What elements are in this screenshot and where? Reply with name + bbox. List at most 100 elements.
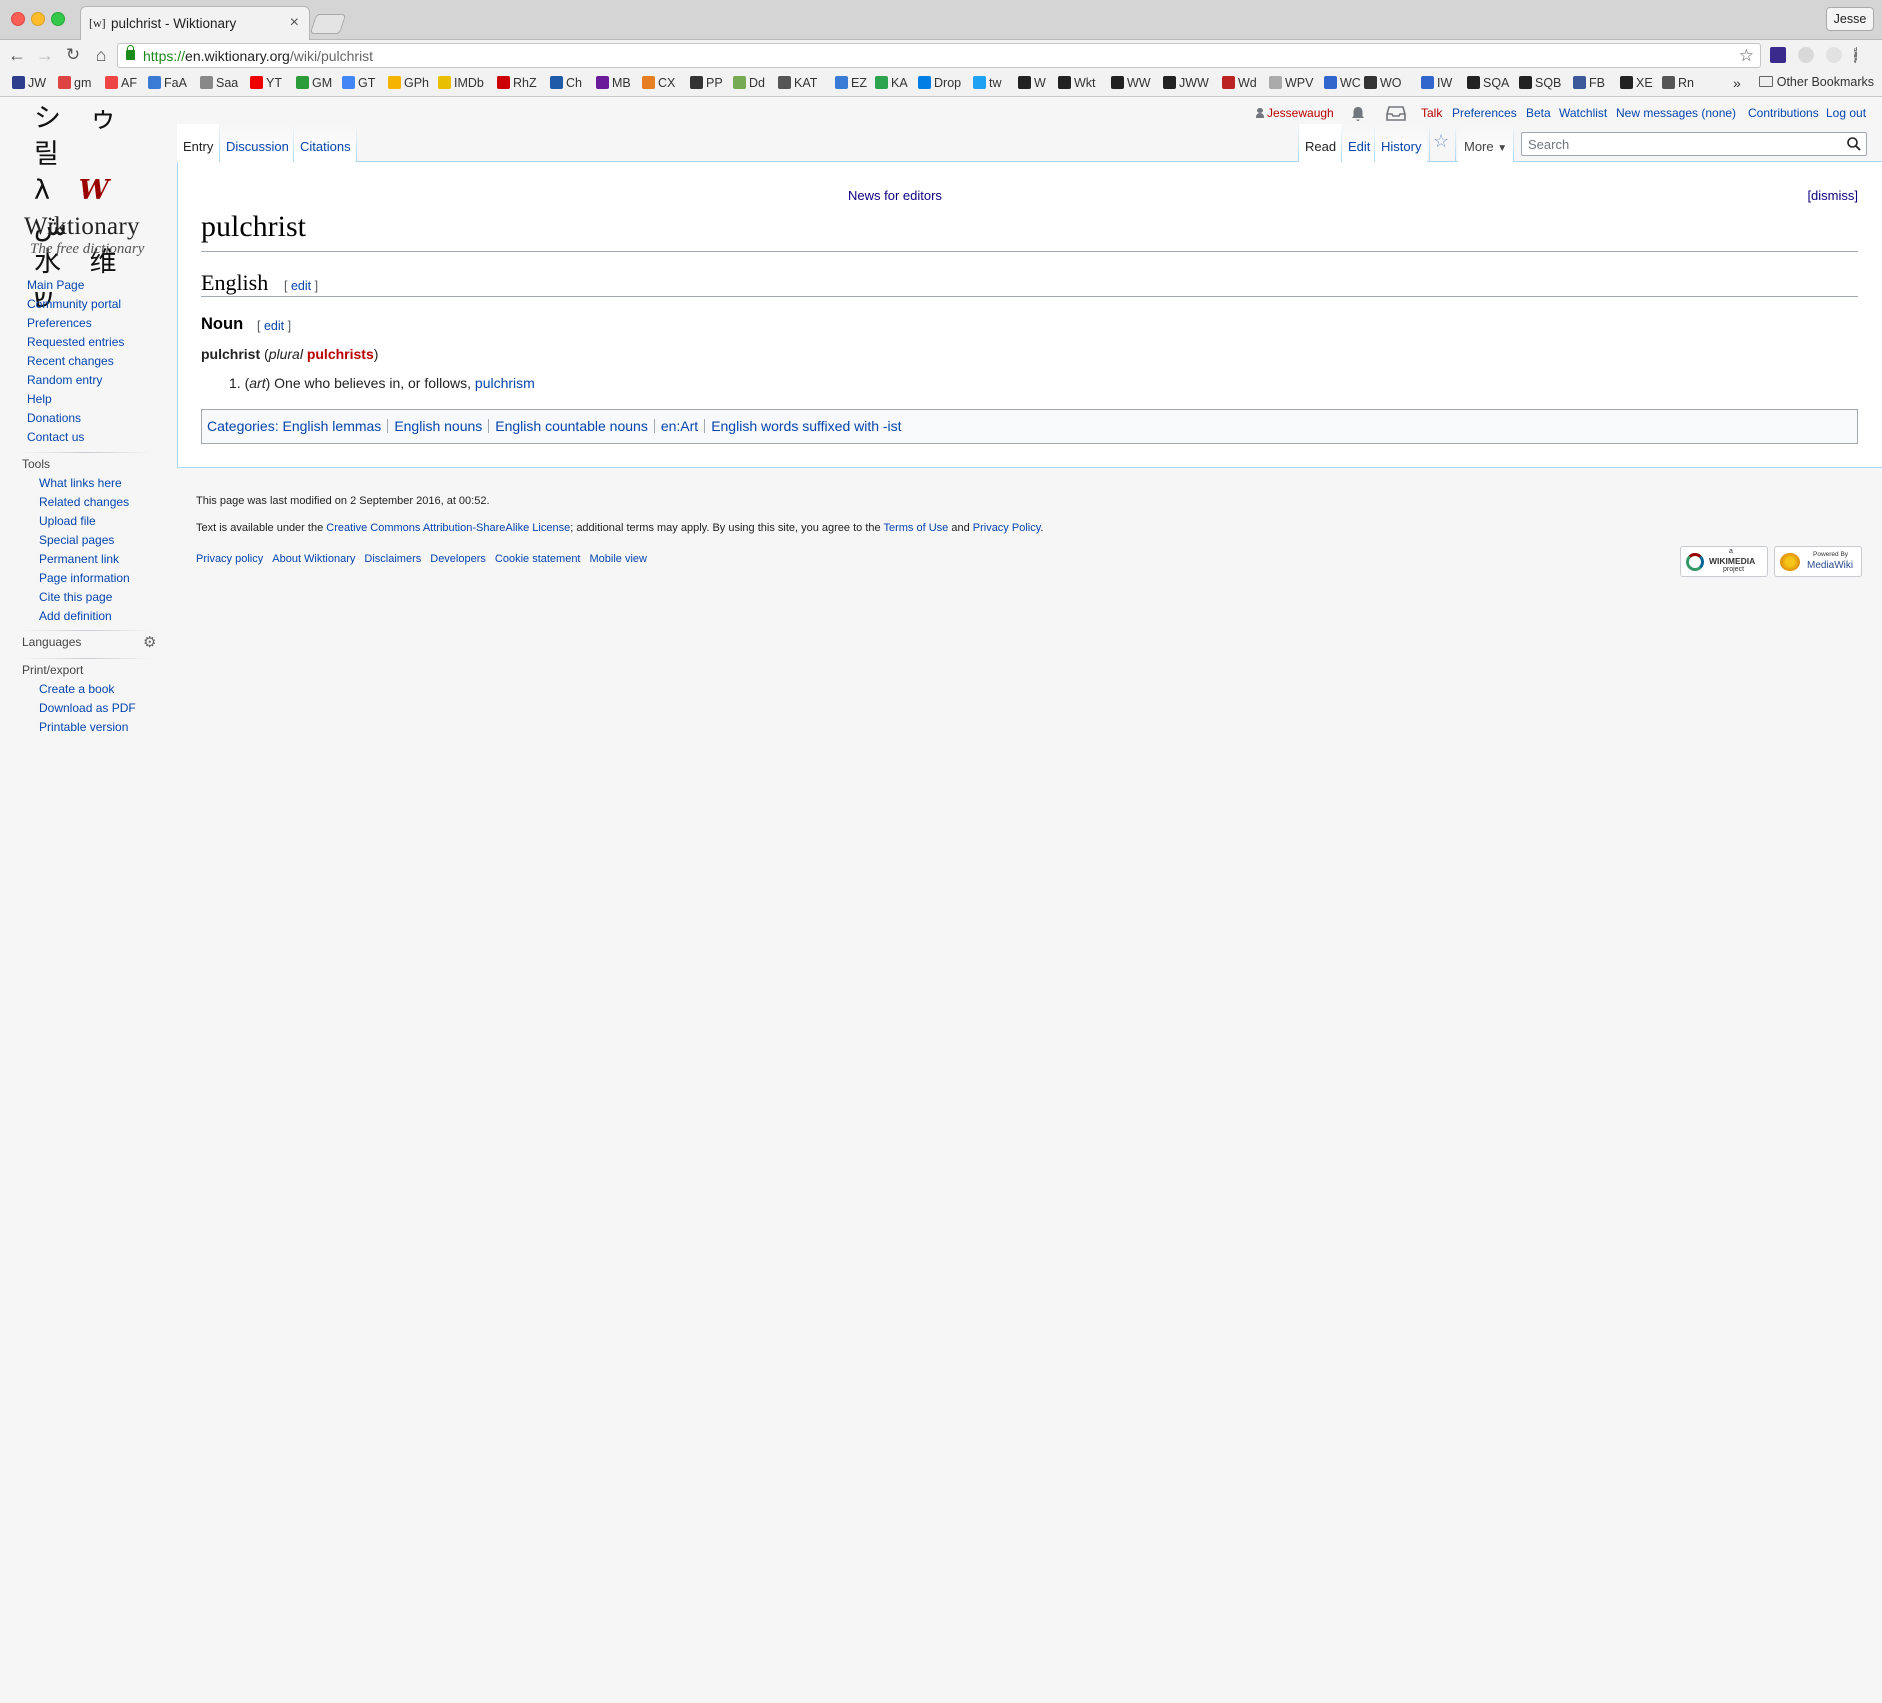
mediawiki-badge[interactable]: Powered By MediaWiki — [1774, 546, 1862, 577]
bookmark-kat[interactable]: KAT — [778, 75, 822, 91]
sidebar-item-printable-version[interactable]: Printable version — [39, 720, 128, 734]
maximize-window-button[interactable] — [51, 12, 65, 26]
footer-link-mobile-view[interactable]: Mobile view — [590, 553, 647, 565]
tab-history[interactable]: History — [1375, 124, 1428, 162]
bookmark-xe[interactable]: XE — [1620, 75, 1656, 91]
search-icon[interactable] — [1846, 136, 1862, 152]
bookmark-gph[interactable]: GPh — [388, 75, 434, 91]
more-menu[interactable]: More ▼ — [1458, 124, 1514, 162]
bookmark-wkt[interactable]: Wkt — [1058, 75, 1098, 91]
cloud-extension-icon[interactable] — [1798, 47, 1814, 63]
tab-citations[interactable]: Citations — [294, 124, 357, 162]
home-icon[interactable]: ⌂ — [90, 44, 112, 66]
sidebar-item-community-portal[interactable]: Community portal — [27, 297, 121, 311]
plural-link[interactable]: pulchrists — [307, 346, 374, 362]
category-link[interactable]: English lemmas — [282, 418, 381, 434]
tab-close-icon[interactable]: × — [290, 14, 299, 32]
wikimedia-badge[interactable]: a WIKIMEDIA project — [1680, 546, 1768, 577]
other-bookmarks[interactable]: Other Bookmarks — [1758, 75, 1874, 89]
bookmark-wo[interactable]: WO — [1364, 75, 1402, 91]
bookmark-gm[interactable]: GM — [296, 75, 332, 91]
dismiss-link[interactable]: [dismiss] — [1807, 188, 1858, 203]
logout-link[interactable]: Log out — [1826, 106, 1866, 120]
bookmark-af[interactable]: AF — [105, 75, 137, 91]
category-link[interactable]: English words suffixed with -ist — [711, 418, 901, 434]
terms-link[interactable]: Terms of Use — [883, 522, 948, 534]
close-window-button[interactable] — [11, 12, 25, 26]
wiki-extension-icon[interactable] — [1770, 47, 1786, 63]
forward-arrow-icon[interactable]: → — [34, 44, 56, 66]
sidebar-item-what-links-here[interactable]: What links here — [39, 476, 122, 490]
sidebar-item-upload-file[interactable]: Upload file — [39, 514, 96, 528]
category-link[interactable]: en:Art — [661, 418, 698, 434]
footer-link-disclaimers[interactable]: Disclaimers — [364, 553, 421, 565]
reload-icon[interactable]: ↻ — [62, 44, 84, 66]
search-input[interactable] — [1528, 136, 1828, 153]
sidebar-item-preferences[interactable]: Preferences — [27, 316, 92, 330]
inbox-icon[interactable] — [1386, 106, 1406, 121]
bookmark-pp[interactable]: PP — [690, 75, 723, 91]
sidebar-item-recent-changes[interactable]: Recent changes — [27, 354, 114, 368]
bookmark-wd[interactable]: Wd — [1222, 75, 1262, 91]
tab-edit[interactable]: Edit — [1342, 124, 1377, 162]
tab-read[interactable]: Read — [1299, 124, 1343, 162]
bookmark-wc[interactable]: WC — [1324, 75, 1361, 91]
browser-tab[interactable]: [w] pulchrist - Wiktionary × — [80, 6, 310, 41]
bookmark-faa[interactable]: FaA — [148, 75, 190, 91]
bookmark-gm[interactable]: gm — [58, 75, 94, 91]
sidebar-item-permanent-link[interactable]: Permanent link — [39, 552, 119, 566]
sidebar-item-main-page[interactable]: Main Page — [27, 278, 84, 292]
back-arrow-icon[interactable]: ← — [6, 44, 28, 66]
talk-link[interactable]: Talk — [1421, 106, 1442, 120]
search-box[interactable] — [1521, 132, 1867, 156]
bookmark-rn[interactable]: Rn — [1662, 75, 1694, 91]
bookmark-jww[interactable]: JWW — [1163, 75, 1211, 91]
bookmark-imdb[interactable]: IMDb — [438, 75, 490, 91]
categories-label[interactable]: Categories: — [207, 418, 279, 434]
sidebar-item-add-definition[interactable]: Add definition — [39, 609, 112, 623]
preferences-link[interactable]: Preferences — [1452, 106, 1517, 120]
chrome-menu-icon[interactable] — [1854, 47, 1858, 63]
edit-link[interactable]: edit — [291, 279, 311, 293]
tab-entry[interactable]: Entry — [177, 124, 220, 162]
new-tab-button[interactable] — [309, 14, 347, 34]
bookmark-fb[interactable]: FB — [1573, 75, 1605, 91]
sidebar-item-contact-us[interactable]: Contact us — [27, 430, 84, 444]
sync-extension-icon[interactable] — [1826, 47, 1842, 63]
bookmark-ww[interactable]: WW — [1111, 75, 1151, 91]
watch-star-icon[interactable]: ☆ — [1433, 131, 1449, 152]
bookmark-w[interactable]: W — [1018, 75, 1046, 91]
bookmark-saa[interactable]: Saa — [200, 75, 240, 91]
profile-button[interactable]: Jesse — [1826, 7, 1874, 31]
bookmark-yt[interactable]: YT — [250, 75, 286, 91]
minimize-window-button[interactable] — [31, 12, 45, 26]
url-text[interactable]: https://en.wiktionary.org/wiki/pulchrist — [143, 48, 373, 64]
sidebar-item-help[interactable]: Help — [27, 392, 52, 406]
category-link[interactable]: English nouns — [394, 418, 482, 434]
bookmark-gt[interactable]: GT — [342, 75, 376, 91]
sidebar-item-create-a-book[interactable]: Create a book — [39, 682, 114, 696]
footer-link-developers[interactable]: Developers — [430, 553, 486, 565]
tab-discussion[interactable]: Discussion — [220, 124, 295, 162]
contributions-link[interactable]: Contributions — [1748, 106, 1819, 120]
sidebar-item-related-changes[interactable]: Related changes — [39, 495, 129, 509]
wiktionary-logo[interactable]: シ ゥ 릴 λ W ش 水 维 ש Wiktionary The free di… — [22, 101, 157, 314]
user-link[interactable]: Jessewaugh — [1256, 106, 1334, 120]
footer-link-about-wiktionary[interactable]: About Wiktionary — [272, 553, 355, 565]
bookmark-sqa[interactable]: SQA — [1467, 75, 1511, 91]
address-bar[interactable]: https://en.wiktionary.org/wiki/pulchrist… — [117, 43, 1761, 68]
sidebar-item-cite-this-page[interactable]: Cite this page — [39, 590, 112, 604]
sidebar-item-special-pages[interactable]: Special pages — [39, 533, 114, 547]
license-link[interactable]: Creative Commons Attribution-ShareAlike … — [326, 522, 570, 534]
category-link[interactable]: English countable nouns — [495, 418, 648, 434]
privacy-policy-link[interactable]: Privacy Policy — [973, 522, 1041, 534]
site-notice-link[interactable]: News for editors — [848, 188, 942, 203]
footer-link-privacy-policy[interactable]: Privacy policy — [196, 553, 263, 565]
bookmark-ka[interactable]: KA — [875, 75, 909, 91]
bookmark-dd[interactable]: Dd — [733, 75, 769, 91]
gear-icon[interactable]: ⚙ — [143, 635, 158, 650]
bookmark-wpv[interactable]: WPV — [1269, 75, 1313, 91]
bookmark-iw[interactable]: IW — [1421, 75, 1452, 91]
bookmarks-overflow-icon[interactable]: » — [1733, 75, 1741, 91]
footer-link-cookie-statement[interactable]: Cookie statement — [495, 553, 581, 565]
